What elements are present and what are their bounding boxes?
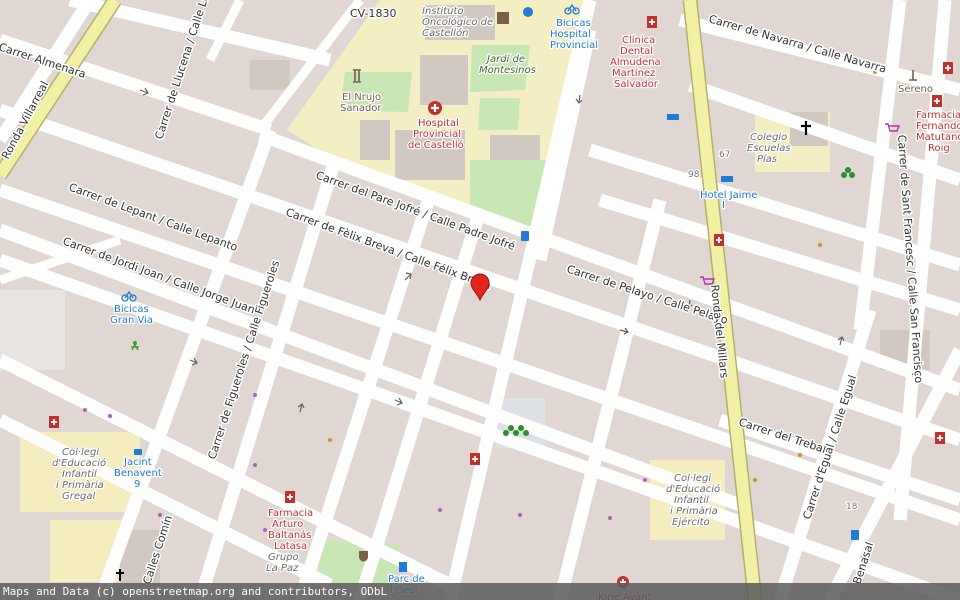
hotel-icon[interactable]: [667, 114, 679, 120]
attribution-link[interactable]: openstreetmap.org: [122, 585, 235, 598]
bus-stop-icon[interactable]: [521, 231, 529, 241]
map-attribution: Maps and Data (c) openstreetmap.org and …: [0, 583, 960, 600]
street-label-cv1830: CV-1830: [350, 7, 397, 20]
bus-stop-icon[interactable]: [134, 449, 142, 455]
pharmacy-icon[interactable]: [714, 234, 724, 246]
poi-label-grupo-lapaz: Grupo La Paz: [266, 552, 299, 574]
pharmacy-icon[interactable]: [647, 16, 657, 28]
attribution-suffix: and contributors, ODbL: [234, 585, 388, 598]
garden-mid: [478, 98, 520, 130]
pharmacy-icon[interactable]: [943, 62, 953, 74]
hotel-icon[interactable]: [721, 176, 733, 182]
fountain-icon[interactable]: [523, 7, 533, 17]
poi-label-bicicas-granvia: Bicicas Gran Via: [110, 304, 153, 326]
house-number-18: 18: [846, 502, 858, 512]
hospital-icon[interactable]: [428, 101, 442, 115]
poi-label-sereno: Sereno: [898, 84, 933, 95]
poi-label-farmacia-arturo: Farmacia Arturo Baltanás Latasa: [268, 508, 313, 552]
attribution-prefix: Maps and Data (c): [3, 585, 123, 598]
bus-stop-icon[interactable]: [851, 530, 859, 540]
museum-icon[interactable]: [497, 12, 509, 24]
pharmacy-icon[interactable]: [285, 491, 295, 503]
pharmacy-icon[interactable]: [932, 95, 942, 107]
parking-icon[interactable]: [399, 562, 407, 572]
house-number-98: 98: [688, 170, 700, 180]
cafe-icon[interactable]: [359, 551, 368, 562]
house-number-67: 67: [719, 150, 730, 160]
pharmacy-icon[interactable]: [935, 432, 945, 444]
pharmacy-icon[interactable]: [470, 453, 480, 465]
pharmacy-icon[interactable]: [49, 416, 59, 428]
poi-label-nrujo: El Nrujo Sanador: [340, 92, 382, 114]
map-canvas[interactable]: Carrer Almenara Ronda Villarreal Carrer …: [0, 0, 960, 600]
